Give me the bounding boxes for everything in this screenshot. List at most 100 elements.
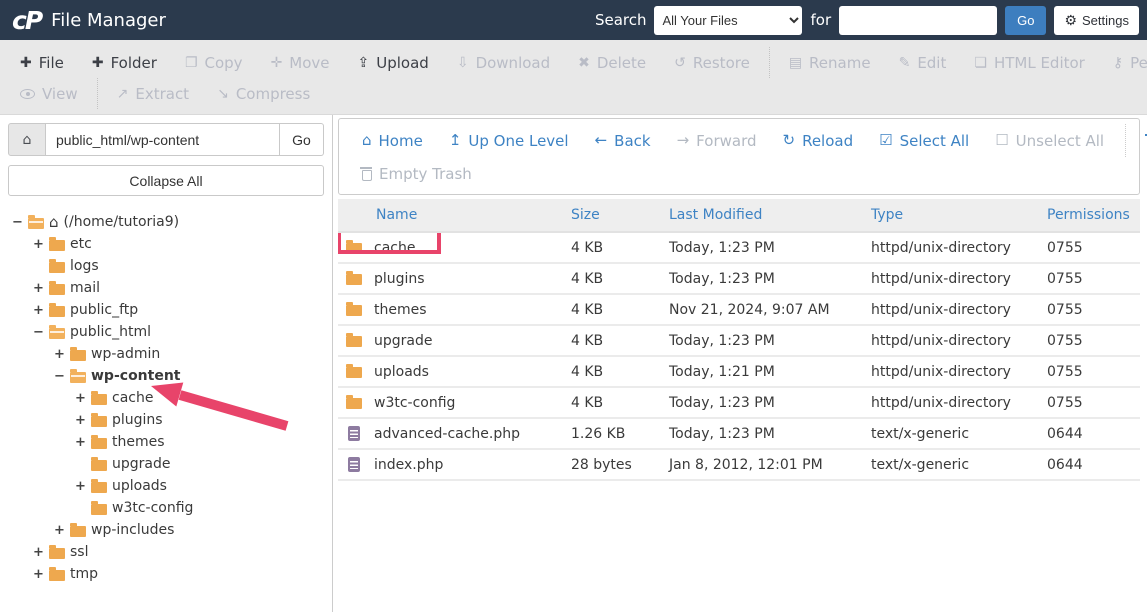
collapse-icon[interactable]: − <box>12 215 23 230</box>
tree-item-ssl[interactable]: + ssl <box>8 541 324 563</box>
search-go-button[interactable]: Go <box>1005 5 1047 35</box>
home-icon: ⌂ <box>362 131 372 149</box>
header-search-area: Search All Your Files for Go ⚙ Settings <box>595 5 1139 35</box>
restore-icon: ↺ <box>674 54 686 71</box>
tree-label: (/home/tutoria9) <box>63 214 180 230</box>
cell-size: 4 KB <box>563 325 661 357</box>
label: Restore <box>692 53 750 72</box>
toolbar-upload-button[interactable]: ⇪ Upload <box>344 49 443 77</box>
forward-icon: → <box>676 131 690 149</box>
label: Select All <box>899 131 970 150</box>
tree-item-w3tc-config[interactable]: w3tc-config <box>8 497 324 519</box>
cell-last-modified: Today, 1:23 PM <box>661 387 863 419</box>
folder-icon <box>346 333 362 347</box>
collapse-icon[interactable]: − <box>33 325 44 340</box>
cell-size: 4 KB <box>563 263 661 295</box>
table-header-row: Name Size Last Modified Type Permissions <box>338 199 1140 233</box>
tree-item-public-ftp[interactable]: + public_ftp <box>8 299 324 321</box>
tree-item-wp-admin[interactable]: + wp-admin <box>8 343 324 365</box>
expand-icon[interactable]: + <box>75 413 86 428</box>
label: Rename <box>809 53 871 72</box>
toolbar-file-button[interactable]: ✚ File <box>6 49 78 77</box>
collapse-icon[interactable]: − <box>54 369 65 384</box>
expand-icon[interactable]: + <box>33 281 44 296</box>
cell-type: httpd/unix-directory <box>863 232 1039 264</box>
tree-item-wp-content[interactable]: − wp-content <box>8 365 324 387</box>
nav-reload-button[interactable]: ↻ Reload <box>770 132 867 150</box>
tree-item-upgrade[interactable]: upgrade <box>8 453 324 475</box>
content-area: ⌂ Go Collapse All −⌂(/home/tutoria9)+etc… <box>0 115 1147 612</box>
tree-item-etc[interactable]: + etc <box>8 233 324 255</box>
label: Delete <box>596 53 647 72</box>
column-header-name[interactable]: Name <box>338 199 563 233</box>
tree-item-logs[interactable]: logs <box>8 255 324 277</box>
label: Permissions <box>1130 53 1147 72</box>
cell-last-modified: Today, 1:23 PM <box>661 263 863 295</box>
file-row-uploads[interactable]: uploads 4 KB Today, 1:21 PM httpd/unix-dire… <box>338 356 1140 388</box>
tree-item-home-tutoria9[interactable]: − ⌂ (/home/tutoria9) <box>8 211 324 233</box>
path-input[interactable] <box>46 123 280 156</box>
collapse-all-button[interactable]: Collapse All <box>8 165 324 196</box>
file-row-w3tc-config[interactable]: w3tc-config 4 KB Today, 1:23 PM httpd/unix-… <box>338 387 1140 419</box>
cell-name: w3tc-config <box>346 388 555 416</box>
label: Back <box>614 131 651 150</box>
search-scope-select[interactable]: All Your Files <box>654 5 803 35</box>
nav-back-button[interactable]: ← Back <box>582 132 664 150</box>
file-row-upgrade[interactable]: upgrade 4 KB Today, 1:23 PM httpd/unix-dire… <box>338 325 1140 357</box>
tree-item-mail[interactable]: + mail <box>8 277 324 299</box>
column-header-last-modified[interactable]: Last Modified <box>661 199 863 233</box>
expand-icon[interactable]: + <box>75 479 86 494</box>
tree-item-public-html[interactable]: − public_html <box>8 321 324 343</box>
tree-label: cache <box>112 390 154 406</box>
toolbar-folder-button[interactable]: ✚ Folder <box>78 49 171 77</box>
nav-up-one-level-button[interactable]: ↥ Up One Level <box>436 132 582 150</box>
nav-view-trash-button[interactable]: View Trash <box>1134 132 1147 150</box>
expand-icon[interactable]: + <box>33 303 44 318</box>
file-row-cache[interactable]: cache 4 KB Today, 1:23 PM httpd/unix-direct… <box>338 232 1140 264</box>
home-icon: ⌂ <box>49 212 59 231</box>
file-row-themes[interactable]: themes 4 KB Nov 21, 2024, 9:07 AM httpd/uni… <box>338 294 1140 326</box>
tree-label: mail <box>70 280 100 296</box>
settings-button[interactable]: ⚙ Settings <box>1054 5 1139 35</box>
label: Home <box>378 131 423 150</box>
file-row-index-php[interactable]: index.php 28 bytes Jan 8, 2012, 12:01 PM te… <box>338 449 1140 481</box>
folder-icon <box>49 236 65 251</box>
expand-icon[interactable]: + <box>33 545 44 560</box>
expand-icon[interactable]: + <box>75 435 86 450</box>
tree-item-uploads[interactable]: + uploads <box>8 475 324 497</box>
folder-open-icon <box>49 324 65 339</box>
navigation-box: ⌂ Home ↥ Up One Level ← Back → Forward ↻ Reload ☑ S… <box>338 118 1147 195</box>
cell-name: index.php <box>346 450 555 478</box>
expand-icon[interactable]: + <box>75 391 86 406</box>
folder-icon <box>91 434 107 449</box>
nav-select-all-button[interactable]: ☑ Select All <box>866 132 982 150</box>
expand-icon[interactable]: + <box>54 523 65 538</box>
home-path-button[interactable]: ⌂ <box>8 123 46 156</box>
tree-item-tmp[interactable]: + tmp <box>8 563 324 585</box>
column-header-permissions[interactable]: Permissions <box>1039 199 1140 233</box>
expand-icon[interactable]: + <box>54 347 65 362</box>
tree-item-cache[interactable]: + cache <box>8 387 324 409</box>
tree-item-wp-includes[interactable]: + wp-includes <box>8 519 324 541</box>
tree-label: public_ftp <box>70 302 139 318</box>
cell-type: httpd/unix-directory <box>863 356 1039 388</box>
cell-size: 1.26 KB <box>563 418 661 450</box>
permissions-icon: ⚷ <box>1112 54 1124 71</box>
nav-home-button[interactable]: ⌂ Home <box>349 132 436 150</box>
file-name: themes <box>374 301 427 318</box>
tree-item-plugins[interactable]: + plugins <box>8 409 324 431</box>
expand-icon[interactable]: + <box>33 567 44 582</box>
folder-open-icon <box>70 368 86 383</box>
column-header-type[interactable]: Type <box>863 199 1039 233</box>
search-input[interactable] <box>839 5 998 35</box>
expand-icon[interactable]: + <box>33 237 44 252</box>
file-row-plugins[interactable]: plugins 4 KB Today, 1:23 PM httpd/unix-dire… <box>338 263 1140 295</box>
column-header-size[interactable]: Size <box>563 199 661 233</box>
cell-permissions: 0755 <box>1039 263 1140 295</box>
cell-name: cache <box>338 232 555 261</box>
cell-last-modified: Today, 1:23 PM <box>661 325 863 357</box>
folder-icon <box>346 302 362 316</box>
file-row-advanced-cache-php[interactable]: advanced-cache.php 1.26 KB Today, 1:23 PM t… <box>338 418 1140 450</box>
path-go-button[interactable]: Go <box>280 123 324 156</box>
tree-item-themes[interactable]: + themes <box>8 431 324 453</box>
